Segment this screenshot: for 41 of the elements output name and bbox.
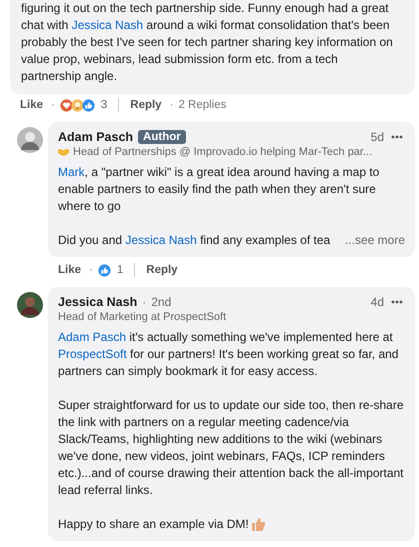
handshake-icon xyxy=(58,148,69,156)
reply-button[interactable]: Reply xyxy=(130,99,165,111)
headline-text: Head of Partnerships @ Improvado.io helping Mar-Tech par... xyxy=(73,146,372,158)
see-more-link[interactable]: ...see more xyxy=(344,232,405,249)
reply-button[interactable]: Reply xyxy=(146,264,181,276)
author-name[interactable]: Jessica Nash xyxy=(58,295,138,309)
comment-text: figuring it out on the tech partnership side. Funny enough had a great chat with Jessica Nash around a wiki format consolidation that's been probably the best I've seen for tech partner sharing key information on value prop, webinars, lead submission form etc. from a tech partnership angle. xyxy=(21,0,394,85)
comment-text: Did you and Jessica Nash find any examples of tea xyxy=(58,232,330,249)
separator-dot: · xyxy=(170,99,174,111)
thumbs-up-icon xyxy=(252,518,266,531)
timestamp: 4d xyxy=(370,295,384,309)
separator-dot: · xyxy=(89,264,93,276)
reaction-count: 1 xyxy=(116,264,124,276)
comment-text: Mark, a "partner wiki" is a great idea around having a map to enable partners to easily find the path when they aren't sure where to go xyxy=(58,164,380,215)
mention-link[interactable]: Jessica Nash xyxy=(72,18,144,32)
mention-link[interactable]: Jessica Nash xyxy=(125,233,197,247)
avatar[interactable] xyxy=(17,292,43,318)
separator-dot: · xyxy=(51,99,55,111)
separator-dot: · xyxy=(142,295,146,309)
comment-text: Happy to share an example via DM! xyxy=(58,516,405,533)
mention-link[interactable]: ProspectSoft xyxy=(58,347,127,361)
comment-text: Adam Pasch it's actually something we've implemented here at ProspectSoft for our partners! It's been working great so far, and partners can simply bookmark it for easy access. xyxy=(58,329,400,380)
headline-text: Head of Marketing at ProspectSoft xyxy=(58,311,226,323)
heart-reaction-icon xyxy=(60,98,73,112)
more-options-button[interactable] xyxy=(389,300,405,304)
author-name[interactable]: Adam Pasch xyxy=(58,130,134,144)
replies-link[interactable]: 2 Replies xyxy=(178,99,230,111)
comment-text: Super straightforward for us to update our side too, then re-share the link with partners on a regular meeting cadence/via Slack/Teams, highlighting new additions to the wiki (webinars we've done, new videos, joint webinars, FAQs, ICP reminders etc.)...and of course drawing their attention back the all-important lead referral links. xyxy=(58,397,405,499)
reaction-count: 3 xyxy=(100,99,108,111)
thumbs-up-reaction-icon xyxy=(98,264,111,276)
like-button[interactable]: Like xyxy=(20,99,46,111)
timestamp: 5d xyxy=(370,130,384,144)
author-badge: Author xyxy=(138,130,186,144)
more-options-button[interactable] xyxy=(389,135,405,139)
connection-degree: 2nd xyxy=(151,295,172,309)
avatar[interactable] xyxy=(17,127,43,153)
thumbs-up-reaction-icon xyxy=(82,98,95,112)
like-button[interactable]: Like xyxy=(58,264,84,276)
lightbulb-reaction-icon xyxy=(70,98,84,112)
mention-link[interactable]: Adam Pasch xyxy=(58,330,126,344)
mention-link[interactable]: Mark xyxy=(58,165,85,179)
